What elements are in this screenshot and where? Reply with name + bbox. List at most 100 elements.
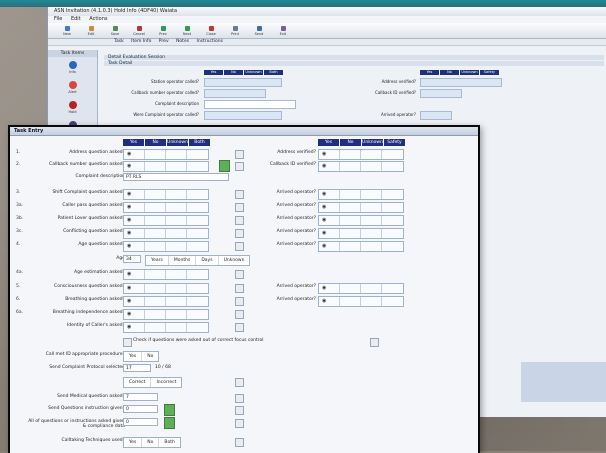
toolbar-cancel-button[interactable]: Cancel [128, 24, 150, 37]
age-unit-days[interactable]: Days [196, 256, 219, 265]
flag-checkbox[interactable] [235, 419, 244, 428]
back-right-field[interactable] [420, 78, 502, 87]
menu-file[interactable]: File [54, 16, 62, 22]
toolbar-next-button[interactable]: Next [176, 24, 198, 37]
green-action-button[interactable] [164, 417, 175, 429]
header-unknown: Unknown [362, 139, 383, 146]
compliance-options[interactable]: Yes No [123, 351, 160, 362]
compliance-no[interactable]: No [142, 352, 158, 361]
back-row-field[interactable] [204, 78, 282, 87]
out-of-focus-label: Check if questions were asked out of cor… [133, 338, 264, 343]
flag-checkbox[interactable] [235, 270, 244, 279]
menu-actions[interactable]: Actions [89, 16, 107, 22]
answer-options[interactable]: ◉ [123, 269, 209, 280]
alert-icon [68, 80, 77, 89]
answer-options[interactable]: ◉ [123, 241, 209, 252]
answer-options[interactable]: ◉ [123, 296, 209, 307]
option-no[interactable]: No [142, 438, 160, 447]
back-right-field[interactable] [420, 89, 462, 98]
bottom-value-input[interactable]: 7 [123, 393, 158, 401]
question-row: 6a. Breathing independence asked? ◉ [10, 309, 476, 321]
answer-options[interactable]: ◉ [123, 149, 209, 160]
protocol-input[interactable]: 17 [123, 364, 151, 372]
tab-item-info[interactable]: Item Info [131, 39, 151, 44]
back-row-field[interactable] [204, 89, 266, 98]
answer-options[interactable]: ◉ [123, 161, 209, 172]
out-of-focus-checkbox[interactable] [123, 338, 132, 347]
complaint-description-field[interactable]: PT RLS [123, 173, 229, 181]
close-icon [208, 25, 214, 31]
toolbar-new-button[interactable]: New [56, 24, 78, 37]
toolbar-close-button[interactable]: Close [200, 24, 222, 37]
calltaking-options[interactable]: Yes No Both [123, 437, 181, 448]
green-action-button[interactable] [164, 404, 175, 416]
sidebar-item-alert[interactable]: Alert [48, 77, 97, 97]
back-row-field[interactable] [204, 111, 282, 120]
header-both: Both [189, 139, 210, 146]
sidebar-item-hold[interactable]: Hold [48, 97, 97, 117]
right-answer-options[interactable]: ◉ [318, 189, 404, 200]
answer-options[interactable]: ◉ [123, 202, 209, 213]
answer-options[interactable]: ◉ [123, 309, 209, 320]
option-incorrect[interactable]: Incorrect [151, 378, 181, 387]
flag-checkbox[interactable] [235, 323, 244, 332]
right-answer-options[interactable]: ◉ [318, 215, 404, 226]
flag-checkbox[interactable] [235, 378, 244, 387]
tab-prev[interactable]: Prev [159, 39, 169, 44]
toolbar-prev-button[interactable]: Prev [152, 24, 174, 37]
back-right-field[interactable] [420, 111, 452, 120]
bottom-value-input[interactable]: 0 [123, 405, 158, 413]
header-no: No [145, 139, 166, 146]
right-answer-options[interactable]: ◉ [318, 296, 404, 307]
toolbar-print-button[interactable]: Print [224, 24, 246, 37]
question-row: 4a. Age estimation asked? ◉ [10, 269, 476, 281]
question-row: 3b. Patient Lover question asked? ◉ Arri… [10, 215, 476, 227]
flag-checkbox[interactable] [235, 406, 244, 415]
back-toolbar: New Edit Save Cancel Prev Next Close Pri… [48, 23, 606, 39]
flag-checkbox[interactable] [235, 310, 244, 319]
option-correct[interactable]: Correct [124, 378, 152, 387]
flag-checkbox[interactable] [235, 438, 244, 447]
right-answer-options[interactable]: ◉ [318, 161, 404, 172]
sidebar-item-info[interactable]: Info [48, 57, 97, 77]
answer-options[interactable]: ◉ [123, 228, 209, 239]
tab-instructions[interactable]: Instructions [197, 39, 223, 44]
menu-edit[interactable]: Edit [71, 16, 81, 22]
answer-options[interactable]: ◉ [123, 215, 209, 226]
age-input[interactable]: 34 [123, 255, 141, 263]
toolbar-save-button[interactable]: Save [104, 24, 126, 37]
sidebar-header: Task Items [48, 50, 97, 57]
age-unit-years[interactable]: Years [146, 256, 169, 265]
right-answer-options[interactable]: ◉ [318, 202, 404, 213]
correctness-options[interactable]: Correct Incorrect [123, 377, 183, 388]
arrow-right-icon [184, 25, 190, 31]
back-row-field[interactable] [204, 100, 296, 109]
option-both[interactable]: Both [159, 438, 179, 447]
answer-options[interactable]: ◉ [123, 322, 209, 333]
top-accent-bar [0, 0, 606, 7]
flag-checkbox[interactable] [235, 394, 244, 403]
task-entry-window[interactable]: Task Entry Yes No Unknown Both Yes No Un… [8, 125, 480, 453]
bottom-question-row: All of questions or instructions asked g… [10, 417, 476, 434]
toolbar-exit-button[interactable]: Exit [272, 24, 294, 37]
toolbar-send-button[interactable]: Send [248, 24, 270, 37]
answer-options[interactable]: ◉ [123, 189, 209, 200]
question-row: 6. Breathing question asked? ◉ Arrived o… [10, 296, 476, 308]
tab-notes[interactable]: Notes [176, 39, 189, 44]
compliance-yes[interactable]: Yes [124, 352, 143, 361]
right-answer-options[interactable]: ◉ [318, 283, 404, 294]
toolbar-edit-button[interactable]: Edit [80, 24, 102, 37]
bottom-value-input[interactable]: 0 [123, 418, 158, 426]
save-icon [112, 25, 118, 31]
age-unit-unknown[interactable]: Unknown [219, 256, 250, 265]
tab-task[interactable]: Task [114, 39, 124, 44]
age-unit-months[interactable]: Months [169, 256, 197, 265]
right-answer-options[interactable]: ◉ [318, 241, 404, 252]
protocol-row: Send Complaint Protocol selected 17 10 /… [49, 364, 171, 372]
right-answer-options[interactable]: ◉ [318, 149, 404, 160]
flag-checkbox[interactable] [370, 338, 379, 347]
age-unit-options[interactable]: Years Months Days Unknown [145, 255, 251, 266]
right-answer-options[interactable]: ◉ [318, 228, 404, 239]
answer-options[interactable]: ◉ [123, 283, 209, 294]
option-yes[interactable]: Yes [124, 438, 143, 447]
